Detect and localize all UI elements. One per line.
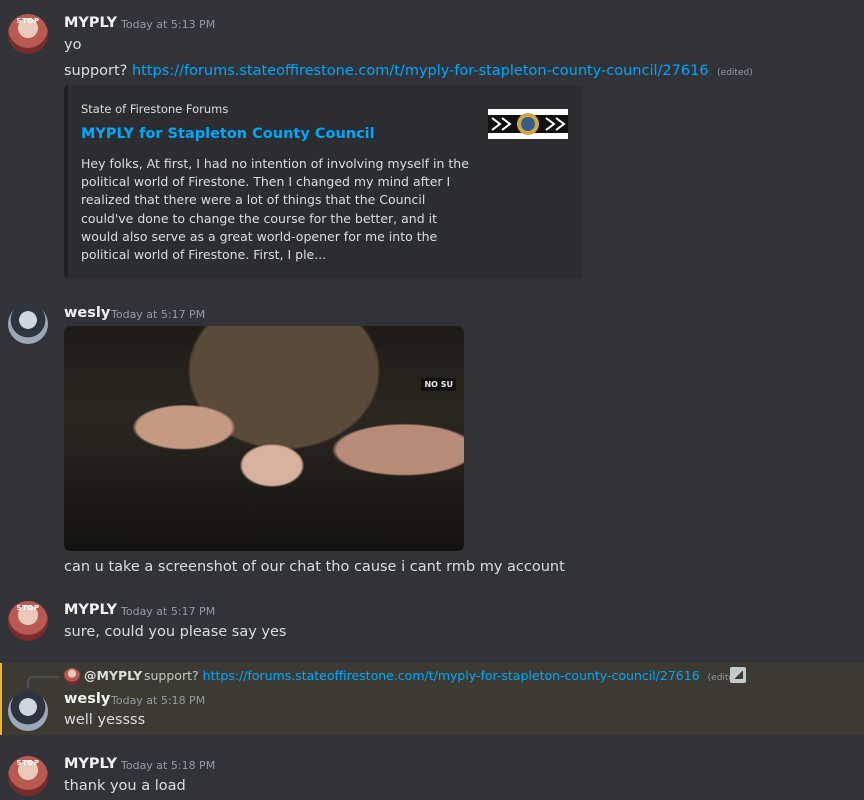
embed-description: Hey folks, At first, I had no intention … bbox=[81, 156, 469, 263]
avatar-wesly[interactable] bbox=[8, 691, 48, 731]
timestamp: Today at 5:17 PM bbox=[121, 605, 216, 618]
message-text: well yessss bbox=[64, 712, 146, 728]
message-text-support: support? https://forums.stateoffirestone… bbox=[64, 63, 753, 79]
reply-prefix: support? bbox=[144, 668, 199, 683]
embed-provider[interactable]: State of Firestone Forums bbox=[81, 102, 228, 116]
reply-preview[interactable]: support? https://forums.stateoffirestone… bbox=[144, 668, 743, 683]
message-text: yo bbox=[64, 37, 82, 53]
timestamp: Today at 5:18 PM bbox=[111, 694, 206, 707]
username[interactable]: MYPLY bbox=[64, 15, 117, 31]
message-text: can u take a screenshot of our chat tho … bbox=[64, 559, 565, 575]
username[interactable]: wesly bbox=[64, 691, 110, 707]
timestamp: Today at 5:18 PM bbox=[121, 759, 216, 772]
reply-mention[interactable]: @MYPLY bbox=[84, 668, 142, 683]
username[interactable]: MYPLY bbox=[64, 602, 117, 618]
edited-label: (edited) bbox=[717, 68, 753, 78]
forum-link[interactable]: https://forums.stateoffirestone.com/t/my… bbox=[132, 63, 709, 79]
embed-title[interactable]: MYPLY for Stapleton County Council bbox=[81, 126, 375, 142]
reply-avatar[interactable] bbox=[64, 668, 80, 684]
avatar-myply[interactable] bbox=[8, 756, 48, 796]
avatar-myply[interactable] bbox=[8, 14, 48, 54]
avatar-wesly[interactable] bbox=[8, 304, 48, 344]
support-prefix: support? bbox=[64, 63, 128, 79]
username[interactable]: wesly bbox=[64, 305, 110, 321]
image-text: NO SU bbox=[421, 378, 456, 391]
link-embed: State of Firestone Forums MYPLY for Stap… bbox=[64, 85, 583, 278]
message-text: thank you a load bbox=[64, 778, 186, 794]
reply-link[interactable]: https://forums.stateoffirestone.com/t/my… bbox=[203, 668, 700, 683]
timestamp: Today at 5:17 PM bbox=[111, 308, 206, 321]
timestamp: Today at 5:13 PM bbox=[121, 18, 216, 31]
image-icon bbox=[730, 667, 746, 683]
embed-thumbnail[interactable] bbox=[488, 109, 568, 139]
attached-image[interactable]: NO SU bbox=[64, 326, 464, 551]
message-text: sure, could you please say yes bbox=[64, 624, 287, 640]
avatar-myply[interactable] bbox=[8, 601, 48, 641]
reply-connector bbox=[27, 676, 59, 688]
username[interactable]: MYPLY bbox=[64, 756, 117, 772]
